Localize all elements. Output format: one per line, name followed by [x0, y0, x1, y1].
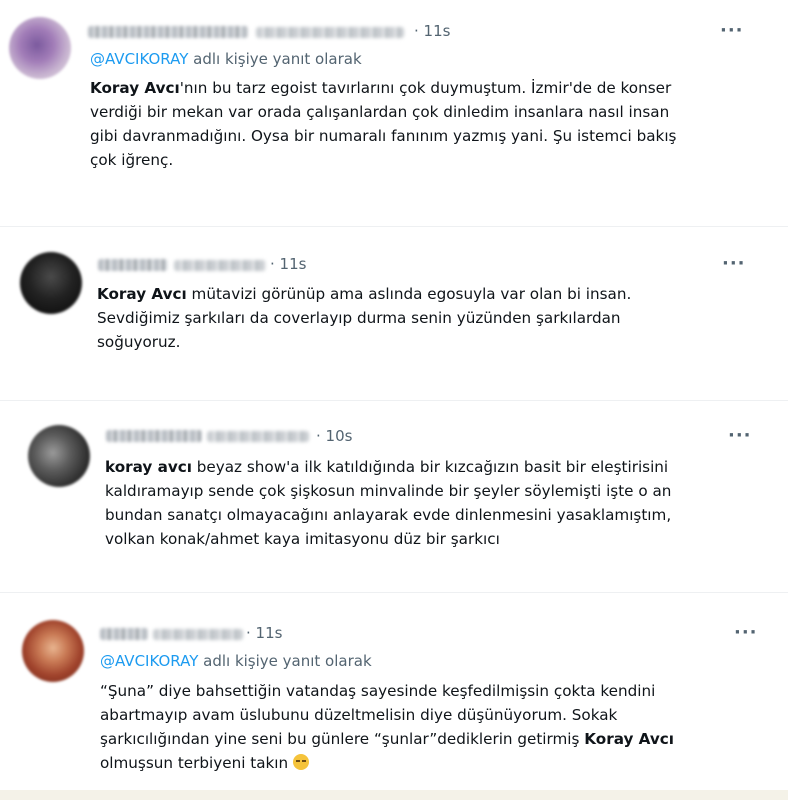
- tweet-line: abartmayıp avam üslubunu düzeltmelisin d…: [100, 706, 618, 724]
- avatar[interactable]: [9, 17, 71, 79]
- display-name[interactable]: [88, 26, 248, 38]
- tweet-text: Koray Avcı'nın bu tarz egoist tavırların…: [90, 76, 676, 172]
- user-handle[interactable]: [256, 27, 404, 38]
- display-name[interactable]: [98, 259, 168, 271]
- user-handle[interactable]: [153, 629, 243, 640]
- user-handle[interactable]: [207, 431, 309, 442]
- relieved-face-emoji-icon: [292, 754, 309, 770]
- more-options-icon[interactable]: ···: [722, 253, 746, 274]
- display-name[interactable]: [100, 628, 148, 640]
- tweet-line: bundan sanatçı olmayacağını anlayarak ev…: [105, 506, 672, 524]
- tweet-text: Koray Avcı mütavizi görünüp ama aslında …: [97, 282, 631, 354]
- tweet-2[interactable]: · 11s ··· Koray Avcı mütavizi görünüp am…: [0, 240, 788, 370]
- tweet-line: şarkıcılığından yine seni bu günlere “şu…: [100, 730, 585, 748]
- display-name[interactable]: [106, 430, 202, 442]
- tweet-line: soğuyoruz.: [97, 333, 181, 351]
- reply-suffix: adlı kişiye yanıt olarak: [188, 50, 362, 68]
- reply-context: @AVCIKORAY adlı kişiye yanıt olarak: [90, 50, 362, 68]
- mention-name[interactable]: koray avcı: [105, 458, 192, 476]
- tweet-line: kaldıramayıp sende çok şişkosun minvalin…: [105, 482, 672, 500]
- tweet-line: volkan konak/ahmet kaya imitasyonu düz b…: [105, 530, 500, 548]
- more-options-icon[interactable]: ···: [734, 622, 758, 643]
- tweet-line: gibi davranmadığını. Oysa bir numaralı f…: [90, 127, 677, 145]
- timestamp[interactable]: · 11s: [270, 255, 306, 273]
- tweet-line: çok iğrenç.: [90, 151, 174, 169]
- tweet-line: “Şuna” diye bahsettiğin vatandaş sayesin…: [100, 682, 656, 700]
- mention-link[interactable]: @AVCIKORAY: [90, 50, 188, 68]
- tweet-line: beyaz show'a ilk katıldığında bir kızcağ…: [191, 458, 669, 476]
- more-options-icon[interactable]: ···: [720, 20, 744, 41]
- tweet-line: verdiği bir mekan var orada çalışanlarda…: [90, 103, 670, 121]
- tweet-line: 'nın bu tarz egoist tavırlarını çok duym…: [179, 79, 672, 97]
- more-options-icon[interactable]: ···: [728, 425, 752, 446]
- timestamp[interactable]: · 10s: [316, 427, 352, 445]
- avatar[interactable]: [20, 252, 82, 314]
- mention-link[interactable]: @AVCIKORAY: [100, 652, 198, 670]
- tweet-line: olmuşsun terbiyeni takın: [100, 754, 293, 772]
- mention-name[interactable]: Koray Avcı: [90, 79, 180, 97]
- tweet-line: mütavizi görünüp ama aslında egosuyla va…: [186, 285, 632, 303]
- timestamp[interactable]: · 11s: [246, 624, 282, 642]
- avatar[interactable]: [28, 425, 90, 487]
- divider: [0, 226, 788, 227]
- reply-suffix: adlı kişiye yanıt olarak: [198, 652, 372, 670]
- reply-context: @AVCIKORAY adlı kişiye yanıt olarak: [100, 652, 372, 670]
- tweet-text: “Şuna” diye bahsettiğin vatandaş sayesin…: [100, 679, 674, 775]
- mention-name[interactable]: Koray Avcı: [584, 730, 674, 748]
- divider: [0, 592, 788, 593]
- mention-name[interactable]: Koray Avcı: [97, 285, 187, 303]
- tweet-1[interactable]: · 11s ··· @AVCIKORAY adlı kişiye yanıt o…: [0, 0, 788, 205]
- tweet-text: koray avcı beyaz show'a ilk katıldığında…: [105, 455, 671, 551]
- avatar[interactable]: [22, 620, 84, 682]
- divider: [0, 400, 788, 401]
- timestamp[interactable]: · 11s: [414, 22, 450, 40]
- tweet-4[interactable]: · 11s ··· @AVCIKORAY adlı kişiye yanıt o…: [0, 610, 788, 790]
- tweet-line: Sevdiğimiz şarkıları da coverlayıp durma…: [97, 309, 621, 327]
- bottom-strip: [0, 790, 788, 800]
- user-handle[interactable]: [174, 260, 266, 271]
- tweet-3[interactable]: · 10s ··· koray avcı beyaz show'a ilk ka…: [0, 415, 788, 565]
